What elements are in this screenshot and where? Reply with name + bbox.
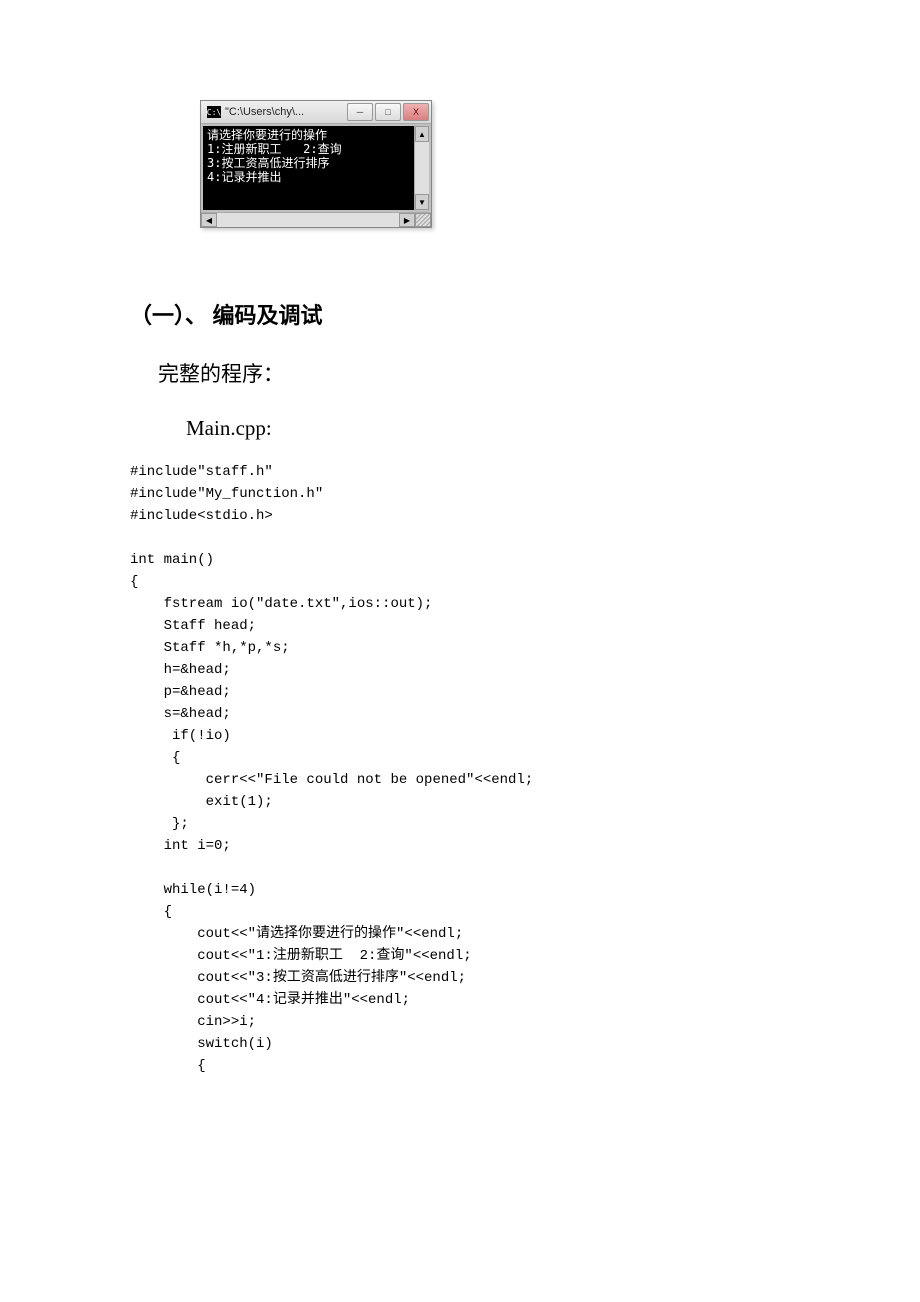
titlebar-left: C:\ "C:\Users\chy\... [203, 106, 304, 118]
section-heading: （一）、 编码及调试 [130, 298, 790, 330]
scroll-right-button[interactable]: ▶ [399, 213, 415, 227]
console-body: 请选择你要进行的操作 1:注册新职工 2:查询 3:按工资高低进行排序 4:记录… [201, 124, 431, 212]
maximize-button[interactable]: □ [375, 103, 401, 121]
vertical-scrollbar[interactable]: ▲ ▼ [414, 126, 429, 210]
console-output: 请选择你要进行的操作 1:注册新职工 2:查询 3:按工资高低进行排序 4:记录… [203, 126, 414, 210]
scroll-up-button[interactable]: ▲ [415, 126, 429, 142]
horizontal-scroll-row: ◀ ▶ [201, 212, 431, 227]
console-line: 请选择你要进行的操作 [207, 128, 327, 142]
cmd-icon: C:\ [207, 106, 221, 118]
filename-label: Main.cpp: [186, 416, 790, 441]
scroll-left-button[interactable]: ◀ [201, 213, 217, 227]
window-titlebar: C:\ "C:\Users\chy\... ─ □ X [201, 101, 431, 124]
close-button[interactable]: X [403, 103, 429, 121]
document-page: C:\ "C:\Users\chy\... ─ □ X 请选择你要进行的操作 1… [0, 0, 920, 1137]
console-line: 3:按工资高低进行排序 [207, 156, 329, 170]
minimize-button[interactable]: ─ [347, 103, 373, 121]
console-line: 4:记录并推出 [207, 170, 281, 184]
section-subtitle: 完整的程序： [158, 358, 790, 388]
scroll-down-button[interactable]: ▼ [415, 194, 429, 210]
horizontal-scrollbar[interactable]: ◀ ▶ [201, 213, 415, 227]
window-title: "C:\Users\chy\... [225, 106, 304, 118]
console-window: C:\ "C:\Users\chy\... ─ □ X 请选择你要进行的操作 1… [200, 100, 432, 228]
resize-grip[interactable] [415, 213, 431, 227]
console-line: 1:注册新职工 2:查询 [207, 142, 342, 156]
window-controls: ─ □ X [347, 103, 429, 121]
code-block: #include"staff.h" #include"My_function.h… [130, 461, 790, 1077]
